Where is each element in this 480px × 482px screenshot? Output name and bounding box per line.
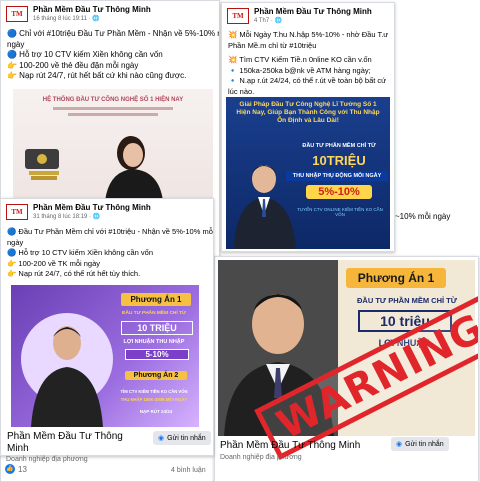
send-message-label: Gửi tin nhắn (167, 434, 206, 442)
post-text-line: 👉 100-200 về TK mỗi ngày (7, 258, 100, 268)
plan2-sub: TÌM CTV KIẾM TIỀN KO CẦN VỐN (120, 389, 188, 394)
plan2-label: Phương Án 2 (125, 371, 187, 380)
overflow-text: ~10% mỗi ngày (395, 212, 451, 221)
page-category: Doanh nghiệp địa phương (6, 456, 88, 463)
post-text-line: 🔵 Hỗ trợ 10 CTV kiếm Xiền không cần vốn (7, 248, 153, 257)
woman-photo (25, 136, 163, 201)
plan-label: Phương Án 1 (346, 268, 446, 288)
post-text-line: Phần Mề.m chỉ từ #10triệu (228, 40, 317, 50)
plan2-footer: NẠP RÚT 24/24 (139, 409, 173, 414)
post-text-line: 🔹 150ka-250ka b@nk về ATM hàng ngày; (228, 65, 371, 75)
page-name[interactable]: Phần Mềm Đầu Tư Thông (7, 431, 123, 443)
page-category: Doanh nghiệp địa phương (220, 454, 302, 461)
post-card-3: TM Phần Mềm Đầu Tư Thông Minh 31 tháng 8… (0, 198, 214, 456)
post-text-line: ngày (7, 237, 24, 247)
send-message-label: Gửi tin nhắn (405, 440, 444, 448)
send-message-button[interactable]: ◉ Gửi tin nhắn (391, 437, 449, 451)
post-text-line: 🔵 Chỉ với #10triệu Đầu Tư Phần Mềm - Nhậ… (7, 29, 220, 38)
plan1-amount: 10 TRIỆU (121, 321, 193, 335)
post-header: TM Phần Mềm Đầu Tư Thông Minh 31 tháng 8… (1, 199, 213, 223)
post-image[interactable]: Giải Pháp Đầu Tư Công Nghệ Lĩ Tưởng Số 1… (226, 97, 390, 249)
post-header: TM Phần Mềm Đầu Tư Thông Minh 4 Th7 · 🌐 (222, 3, 394, 27)
page-name[interactable]: Phần Mềm Đầu Tư Thông Minh (33, 203, 151, 213)
comment-count[interactable]: 4 bình luận (171, 467, 206, 474)
messenger-icon: ◉ (396, 441, 403, 448)
page-avatar[interactable]: TM (227, 8, 249, 24)
post-card-4: Phương Án 1 ĐẦU TƯ PHẦN MỀM CHỈ TỪ 10 tr… (214, 256, 479, 482)
post-date[interactable]: 31 tháng 8 lúc 18:19 · 🌐 (33, 213, 151, 221)
messenger-icon: ◉ (158, 435, 165, 442)
post-text-line: 💥 Tìm CTV Kiếm Tiề.n 0nline KO cần v.ốn (228, 55, 372, 64)
post-text-line: 💥 Mỗi Ngày T.hu N.hập 5%-10% - nhờ Đầu T… (228, 30, 389, 39)
reaction-count[interactable]: 13 (18, 465, 27, 474)
man-photo (234, 165, 296, 249)
page-avatar[interactable]: TM (6, 6, 28, 22)
reaction-row: 👍 13 (5, 464, 27, 474)
plan1-profit-label: LỢI NHUẬN THU NHẬP (123, 339, 185, 345)
post-text-line: 🔹 N.ạp r.út 24/24, có thể r.út về toàn b… (228, 76, 387, 85)
post-text-line: ngày (7, 39, 25, 49)
plan1-label: Phương Án 1 (121, 293, 191, 306)
plan1-profit: 5-10% (125, 349, 189, 360)
plan2-amount: THU NHẬP 100K-200K MỖI NGÀY (120, 397, 188, 402)
page-name-wrap[interactable]: Minh (7, 443, 29, 455)
post-date[interactable]: 4 Th7 · 🌐 (254, 17, 372, 25)
post-date[interactable]: 16 tháng 8 lúc 19:11 · 🌐 (33, 15, 151, 23)
post-header: TM Phần Mềm Đầu Tư Thông Minh 16 tháng 8… (1, 1, 219, 25)
post-text-line: 🔵 Đầu Tư Phần Mềm chỉ với #10triệu - Nhậ… (7, 227, 214, 236)
post-text-line: 🔵 Hỗ trợ 10 CTV kiếm Xiền không cần vốn (7, 50, 163, 59)
plan1-sub: ĐẦU TƯ PHẦN MỀM CHỈ TỪ (122, 311, 186, 316)
post-image[interactable]: HỆ THỐNG ĐẦU TƯ CÔNG NGHỆ SỐ 1 HIỆN NAY (13, 89, 213, 201)
post-text-line: 👉 100-200 về thẻ đều đặn mỗi ngày (7, 60, 139, 70)
page-name[interactable]: Phần Mềm Đầu Tư Thông Minh (254, 7, 372, 17)
page-name[interactable]: Phần Mềm Đầu Tư Thông Minh (33, 5, 151, 15)
post-text-line: 👉 Nạp rút 24/7, rút hết bất cứ khi nào c… (7, 71, 187, 80)
plan-sub: ĐẦU TƯ PHẦN MỀM CHỈ TỪ (357, 296, 457, 305)
post-text-line: lúc nào. (228, 86, 255, 96)
post-image[interactable]: Phương Án 1 ĐẦU TƯ PHẦN MỀM CHỈ TỪ 10 TR… (11, 285, 199, 427)
page-avatar[interactable]: TM (6, 204, 28, 220)
like-icon[interactable]: 👍 (5, 464, 15, 474)
page-name[interactable]: Phần Mềm Đầu Tư Thông Minh (220, 440, 360, 452)
post-text-line: 👉 Nạp rút 24/7, có thể rút hết tùy thích… (7, 269, 141, 278)
send-message-button[interactable]: ◉ Gửi tin nhắn (153, 431, 211, 445)
post-card-2: TM Phần Mềm Đầu Tư Thông Minh 4 Th7 · 🌐 … (221, 2, 395, 252)
